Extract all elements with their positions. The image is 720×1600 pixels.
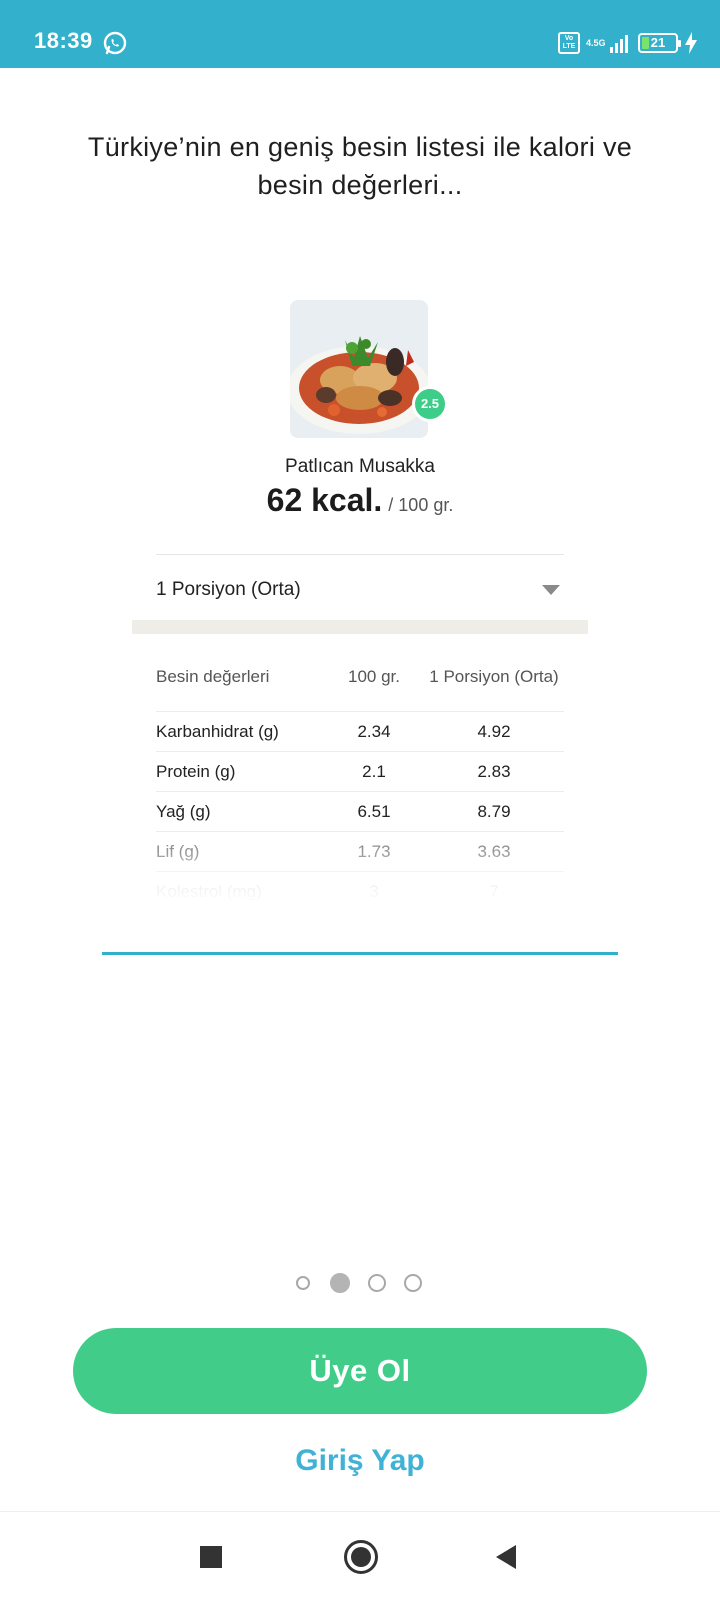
food-image: [290, 300, 428, 438]
page-dot[interactable]: [404, 1274, 422, 1292]
table-row: Karbanhidrat (g) 2.34 4.92: [156, 712, 564, 752]
header-per-portion: 1 Porsiyon (Orta): [429, 666, 559, 686]
signup-button[interactable]: Üye Ol: [73, 1328, 647, 1414]
nutrient-per-100g: 1.73: [357, 841, 391, 861]
header-per-100g: 100 gr.: [348, 666, 400, 686]
charging-bolt-icon: [685, 32, 697, 54]
page-indicator: [296, 1271, 436, 1295]
food-card-preview: 2.5 Patlıcan Musakka 62 kcal./ 100 gr. 1…: [132, 260, 588, 905]
health-score-badge: 2.5: [412, 386, 448, 422]
onboarding-headline: Türkiye’nin en geniş besin listesi ile k…: [87, 132, 633, 200]
volte-icon: Vo LTE: [558, 32, 580, 54]
back-triangle-icon[interactable]: [496, 1545, 516, 1569]
system-nav-bar: [0, 1511, 720, 1600]
nutrient-per-portion: 4.92: [477, 721, 511, 741]
page-dot-active[interactable]: [330, 1273, 350, 1293]
nutrition-table-header: Besin değerleri 100 gr. 1 Porsiyon (Orta…: [156, 642, 564, 712]
table-row: Kolestrol (mg) 3 7: [156, 872, 564, 905]
nutrient-per-100g: 6.51: [357, 801, 391, 821]
table-row: Protein (g) 2.1 2.83: [156, 752, 564, 792]
food-card: 2.5 Patlıcan Musakka 62 kcal./ 100 gr. 1…: [132, 260, 588, 905]
nutrient-per-100g: 3: [369, 882, 379, 901]
nutrient-per-100g: 2.1: [362, 761, 386, 781]
nutrient-per-portion: 2.83: [477, 761, 511, 781]
table-row: Lif (g) 1.73 3.63: [156, 832, 564, 872]
nutrient-name: Protein (g): [156, 761, 236, 781]
status-time: 18:39: [34, 28, 93, 53]
chevron-down-icon: [542, 585, 560, 595]
nutrient-name: Lif (g): [156, 841, 200, 861]
status-indicators: Vo LTE 4.5G 21: [558, 30, 698, 56]
nutrient-per-portion: 8.79: [477, 801, 511, 821]
nutrient-per-portion: 7: [489, 882, 499, 901]
eggplant-musakka-photo: [290, 300, 428, 438]
home-circle-icon[interactable]: [344, 1540, 378, 1574]
divider: [156, 554, 564, 555]
food-card-header: 2.5 Patlıcan Musakka 62 kcal./ 100 gr. 1…: [132, 260, 588, 620]
nutrition-table: Besin değerleri 100 gr. 1 Porsiyon (Orta…: [132, 634, 588, 905]
portion-select[interactable]: 1 Porsiyon (Orta): [156, 560, 564, 620]
page-dot[interactable]: [368, 1274, 386, 1292]
battery-level: 21: [650, 35, 666, 50]
battery-fill: [642, 37, 649, 49]
whatsapp-icon: [103, 31, 127, 55]
status-bar: 18:39 Vo LTE 4.5G 21: [0, 0, 720, 68]
recents-square-icon[interactable]: [200, 1546, 222, 1568]
page-dot[interactable]: [296, 1276, 310, 1290]
nutrient-name: Yağ (g): [156, 801, 211, 821]
kcal-per-unit: / 100 gr.: [388, 495, 454, 515]
accent-line: [102, 952, 618, 955]
portion-select-value: 1 Porsiyon (Orta): [156, 579, 301, 600]
login-link[interactable]: Giriş Yap: [210, 1444, 510, 1478]
section-separator: [132, 620, 588, 634]
header-nutrient: Besin değerleri: [156, 666, 270, 686]
signal-icon: [610, 35, 628, 53]
table-row: Yağ (g) 6.51 8.79: [156, 792, 564, 832]
nutrient-per-portion: 3.63: [477, 841, 511, 861]
kcal-value: 62 kcal.: [266, 482, 383, 518]
network-type-label: 4.5G: [586, 38, 606, 48]
calorie-line: 62 kcal./ 100 gr.: [132, 482, 588, 519]
nutrient-per-100g: 2.34: [357, 721, 391, 741]
battery-icon: 21: [638, 33, 681, 53]
nutrient-name: Karbanhidrat (g): [156, 721, 279, 741]
nutrient-name: Kolestrol (mg): [156, 882, 262, 901]
food-name: Patlıcan Musakka: [285, 456, 435, 477]
